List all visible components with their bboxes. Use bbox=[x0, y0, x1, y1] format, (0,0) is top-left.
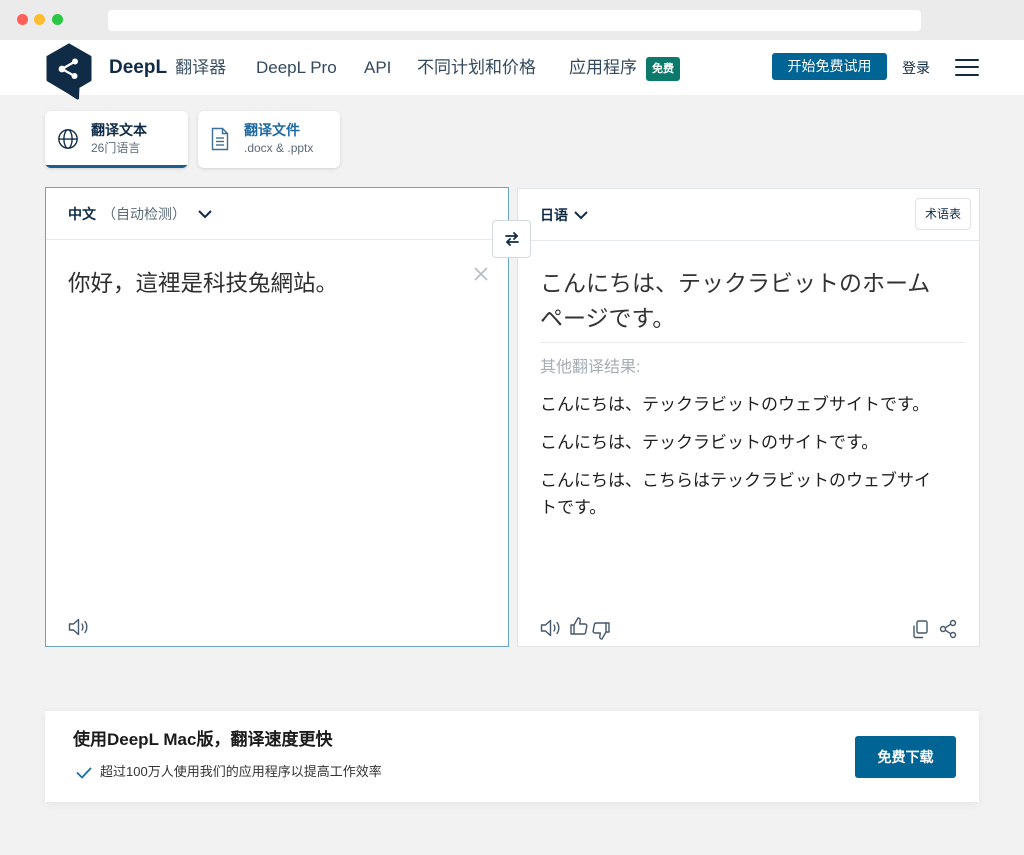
tab-title: 翻译文件 bbox=[244, 122, 300, 138]
alternative-translation[interactable]: こんにちは、テックラビットのサイトです。 bbox=[540, 429, 945, 456]
alternative-translation[interactable]: こんにちは、テックラビットのウェブサイトです。 bbox=[540, 391, 945, 418]
window-close-button[interactable] bbox=[17, 14, 28, 25]
translation-output[interactable]: こんにちは、テックラビットのホームページです。 bbox=[540, 266, 945, 336]
target-panel-header: 日语 术语表 bbox=[518, 189, 979, 241]
source-language-select[interactable]: 中文 （自动检测） bbox=[68, 203, 212, 225]
nav-deepl-pro[interactable]: DeepL Pro bbox=[256, 57, 337, 79]
free-download-button[interactable]: 免费下载 bbox=[855, 736, 956, 778]
deepl-logo-icon[interactable] bbox=[45, 43, 93, 100]
site-header: DeepL 翻译器 DeepL Pro API 不同计划和价格 应用程序 免费 … bbox=[0, 40, 1024, 100]
alternative-translation[interactable]: こんにちは、こちらはテックラビットのウェブサイトです。 bbox=[540, 467, 945, 521]
chevron-down-icon bbox=[198, 209, 212, 218]
target-language-select[interactable]: 日语 bbox=[540, 204, 588, 226]
speaker-icon[interactable] bbox=[540, 618, 562, 643]
thumbs-down-icon[interactable] bbox=[591, 621, 611, 646]
document-icon bbox=[211, 127, 229, 156]
swap-languages-icon bbox=[504, 232, 519, 246]
tab-title: 翻译文本 bbox=[91, 122, 147, 138]
nav-api[interactable]: API bbox=[364, 57, 391, 79]
window-zoom-button[interactable] bbox=[52, 14, 63, 25]
banner-subtitle: 超过100万人使用我们的应用程序以提高工作效率 bbox=[100, 764, 382, 779]
share-icon[interactable] bbox=[938, 619, 958, 644]
nav-plans-pricing[interactable]: 不同计划和价格 bbox=[417, 57, 536, 79]
source-text-input[interactable]: 你好，這裡是科技兔網站。 bbox=[68, 269, 468, 299]
address-bar[interactable] bbox=[108, 10, 921, 31]
globe-icon bbox=[57, 128, 79, 155]
window-minimize-button[interactable] bbox=[34, 14, 45, 25]
speaker-icon[interactable] bbox=[68, 617, 90, 642]
nav-apps[interactable]: 应用程序 bbox=[569, 57, 637, 79]
glossary-button[interactable]: 术语表 bbox=[915, 198, 971, 230]
hamburger-icon[interactable] bbox=[955, 59, 979, 76]
alternatives-list: こんにちは、テックラビットのウェブサイトです。 こんにちは、テックラビットのサイ… bbox=[540, 391, 945, 532]
brand[interactable]: DeepL 翻译器 bbox=[109, 57, 226, 79]
target-language-label: 日语 bbox=[540, 207, 568, 223]
brand-name[interactable]: DeepL bbox=[109, 57, 167, 79]
alternatives-label: 其他翻译结果: bbox=[540, 359, 641, 376]
source-language-label: 中文 bbox=[68, 206, 96, 222]
checkmark-icon bbox=[76, 766, 92, 784]
banner-title: 使用DeepL Mac版，翻译速度更快 bbox=[73, 730, 333, 749]
start-free-trial-button[interactable]: 开始免费试用 bbox=[772, 53, 887, 80]
thumbs-up-icon[interactable] bbox=[569, 616, 589, 641]
mac-app-banner: 使用DeepL Mac版，翻译速度更快 超过100万人使用我们的应用程序以提高工… bbox=[45, 711, 979, 802]
tab-translate-files[interactable]: 翻译文件 .docx & .pptx bbox=[198, 111, 340, 168]
free-badge: 免费 bbox=[646, 57, 680, 81]
source-panel: 中文 （自动检测） 你好，這裡是科技兔網站。 bbox=[45, 187, 509, 647]
chevron-down-icon bbox=[574, 210, 588, 219]
clear-icon[interactable] bbox=[474, 267, 488, 286]
source-panel-header: 中文 （自动检测） bbox=[46, 188, 508, 240]
login-link[interactable]: 登录 bbox=[902, 57, 930, 79]
divider bbox=[540, 342, 965, 343]
copy-icon[interactable] bbox=[910, 619, 930, 644]
swap-languages-button[interactable] bbox=[492, 220, 531, 258]
tab-translate-text[interactable]: 翻译文本 26门语言 bbox=[45, 111, 188, 168]
browser-chrome bbox=[0, 0, 1024, 40]
auto-detect-note: （自动检测） bbox=[102, 206, 186, 222]
tab-subtitle: 26门语言 bbox=[91, 141, 141, 155]
target-panel: 日语 术语表 こんにちは、テックラビットのホームページです。 其他翻译结果: こ… bbox=[517, 188, 980, 647]
product-name[interactable]: 翻译器 bbox=[175, 57, 226, 79]
tab-subtitle: .docx & .pptx bbox=[244, 141, 314, 155]
